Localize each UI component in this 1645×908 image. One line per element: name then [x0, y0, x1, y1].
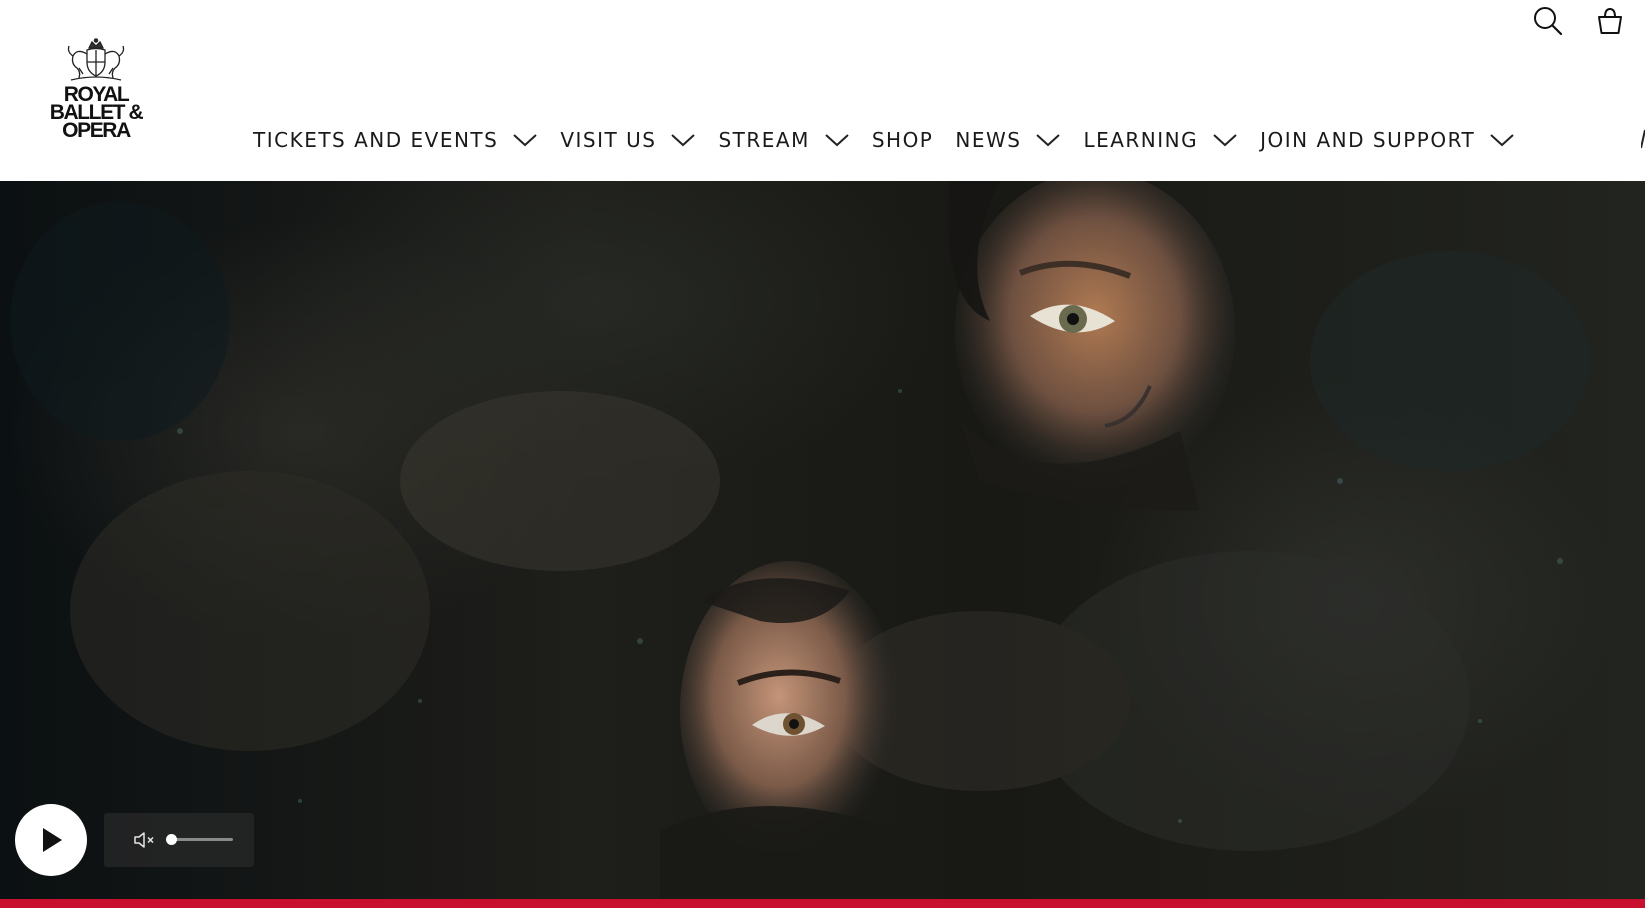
volume-slider[interactable] — [166, 834, 233, 845]
chevron-down-icon — [1213, 134, 1237, 147]
logo-line-3: OPERA — [62, 119, 131, 142]
nav-label: LEARNING — [1083, 128, 1199, 152]
nav-item-learning[interactable]: LEARNING — [1083, 128, 1238, 152]
chevron-down-icon — [1036, 134, 1061, 147]
nav-label: JOIN AND SUPPORT — [1260, 128, 1476, 152]
site-logo[interactable]: ROYAL BALLET & OPERA — [44, 38, 148, 150]
nav-item-visit-us[interactable]: VISIT US — [560, 128, 696, 152]
basket-icon — [1598, 7, 1622, 34]
nav-item-news[interactable]: NEWS — [955, 128, 1061, 152]
play-button[interactable] — [15, 804, 87, 876]
nav-label: TICKETS AND EVENTS — [253, 128, 499, 152]
chevron-down-icon — [825, 134, 849, 147]
hero-artwork — [10, 181, 1590, 899]
volume-thumb[interactable] — [166, 834, 177, 845]
nav-item-tickets-and-events[interactable]: TICKETS AND EVENTS — [253, 128, 538, 152]
nav-item-stream[interactable]: STREAM — [718, 128, 849, 152]
chevron-down-icon — [513, 134, 538, 147]
volume-muted-icon — [134, 832, 154, 848]
basket-button[interactable] — [1593, 4, 1627, 38]
nav-label: SHOP — [871, 128, 934, 152]
nav-label: NEWS — [955, 128, 1022, 152]
search-button[interactable] — [1531, 4, 1565, 38]
mute-button[interactable] — [132, 828, 156, 852]
nav-item-join-and-support[interactable]: JOIN AND SUPPORT — [1260, 128, 1515, 152]
utility-bar — [1531, 4, 1627, 38]
search-icon — [1534, 7, 1563, 36]
volume-control — [104, 813, 254, 867]
nav-label: STREAM — [718, 128, 810, 152]
logo-wordmark: ROYAL BALLET & OPERA — [50, 84, 144, 142]
accent-bar — [0, 899, 1645, 908]
hero-video[interactable] — [0, 181, 1645, 899]
nav-overflow-indicator — [1641, 129, 1645, 149]
site-header: ROYAL BALLET & OPERA TICKETS AND EVENTS … — [0, 0, 1645, 181]
royal-crest-icon — [67, 38, 125, 81]
nav-item-shop[interactable]: SHOP — [872, 128, 934, 152]
nav-label: VISIT US — [560, 128, 657, 152]
play-icon — [43, 828, 62, 852]
chevron-down-icon — [671, 134, 696, 147]
main-nav: TICKETS AND EVENTS VISIT US STREAM SHOP … — [253, 120, 1537, 160]
chevron-down-icon — [1490, 134, 1514, 147]
